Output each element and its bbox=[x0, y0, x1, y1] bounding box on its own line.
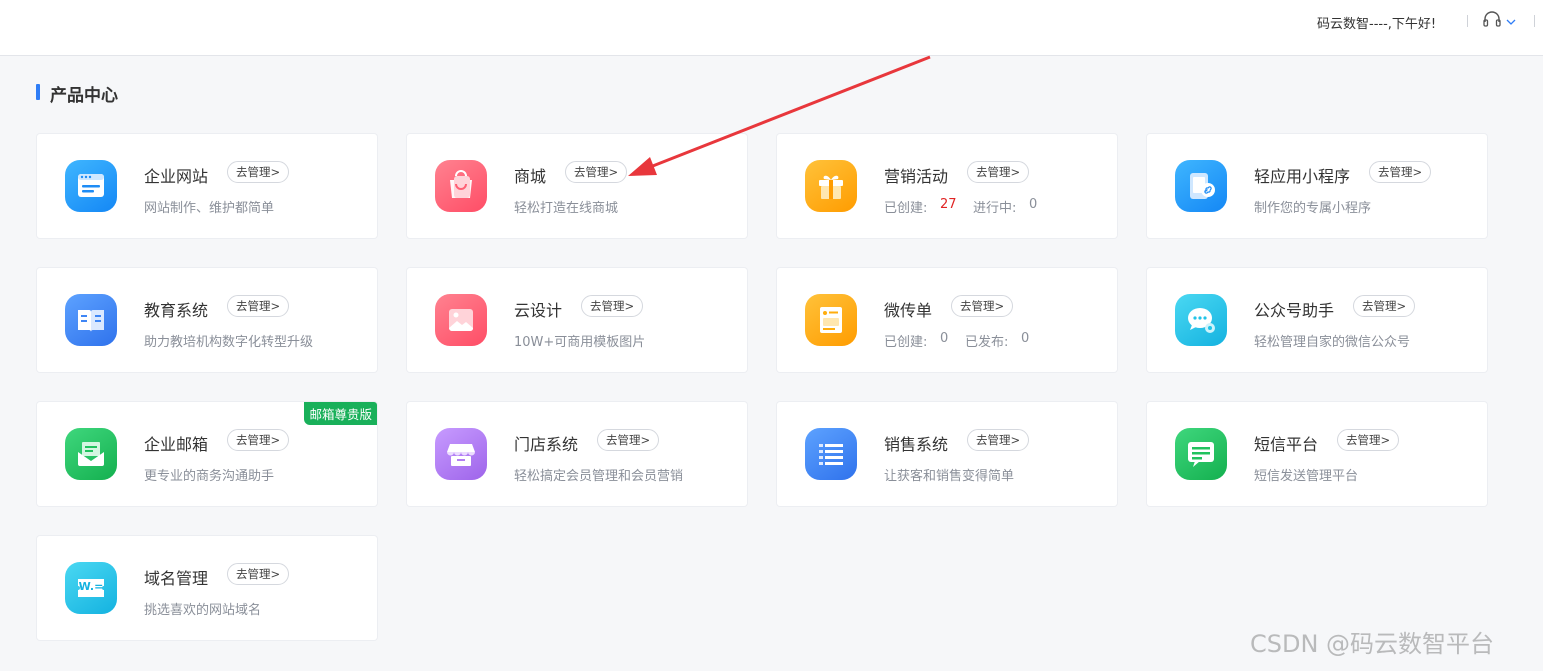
product-name: 企业网站 bbox=[144, 167, 209, 186]
product-description: 助力教培机构数字化转型升级 bbox=[144, 335, 314, 350]
published-label: 已发布: bbox=[965, 335, 1009, 350]
product-card-sales[interactable]: 销售系统 去管理> 让获客和销售变得简单 bbox=[777, 402, 1117, 506]
product-card-domain[interactable]: W.= 域名管理 去管理> 挑选喜欢的网站域名 bbox=[37, 536, 377, 640]
domain-www-icon: W.= bbox=[65, 562, 117, 614]
manage-button[interactable]: 去管理> bbox=[227, 563, 290, 585]
product-description: 让获客和销售变得简单 bbox=[884, 469, 1015, 484]
message-icon bbox=[1175, 428, 1227, 480]
product-name: 商城 bbox=[514, 167, 547, 186]
created-label: 已创建: bbox=[884, 201, 928, 216]
chevron-down-icon[interactable] bbox=[1505, 13, 1517, 32]
manage-button[interactable]: 去管理> bbox=[227, 161, 290, 183]
product-description: 网站制作、维护都简单 bbox=[144, 201, 275, 216]
product-name: 短信平台 bbox=[1254, 435, 1319, 454]
product-card-flyer[interactable]: 微传单 去管理> 已创建: 0 已发布: 0 bbox=[777, 268, 1117, 372]
product-description: 挑选喜欢的网站域名 bbox=[144, 603, 262, 618]
product-name: 轻应用小程序 bbox=[1254, 167, 1351, 186]
manage-button[interactable]: 去管理> bbox=[1337, 429, 1400, 451]
top-bar: 码云数智----,下午好! bbox=[0, 0, 1543, 56]
manage-button[interactable]: 去管理> bbox=[967, 429, 1030, 451]
phone-link-icon bbox=[1175, 160, 1227, 212]
manage-button[interactable]: 去管理> bbox=[951, 295, 1014, 317]
product-description: 更专业的商务沟通助手 bbox=[144, 469, 275, 484]
storefront-icon bbox=[435, 428, 487, 480]
product-name: 域名管理 bbox=[144, 569, 209, 588]
running-count: 0 bbox=[1029, 197, 1038, 212]
section-accent-bar bbox=[36, 84, 40, 100]
product-card-store[interactable]: 门店系统 去管理> 轻松搞定会员管理和会员营销 bbox=[407, 402, 747, 506]
manage-button[interactable]: 去管理> bbox=[227, 429, 290, 451]
manage-button[interactable]: 去管理> bbox=[565, 161, 628, 183]
user-greeting[interactable]: 码云数智----,下午好! bbox=[1317, 13, 1436, 32]
product-name: 企业邮箱 bbox=[144, 435, 209, 454]
product-name: 微传单 bbox=[884, 301, 933, 320]
product-card-wechat[interactable]: 公众号助手 去管理> 轻松管理自家的微信公众号 bbox=[1147, 268, 1487, 372]
product-description: 轻松搞定会员管理和会员营销 bbox=[514, 469, 684, 484]
product-description: 轻松打造在线商城 bbox=[514, 201, 619, 216]
product-name: 云设计 bbox=[514, 301, 563, 320]
published-count: 0 bbox=[1021, 331, 1030, 346]
product-name: 教育系统 bbox=[144, 301, 209, 320]
domain-icon-text: W.= bbox=[78, 580, 104, 593]
product-description: 制作您的专属小程序 bbox=[1254, 201, 1372, 216]
divider bbox=[1534, 15, 1535, 27]
product-name: 公众号助手 bbox=[1254, 301, 1335, 320]
product-card-design[interactable]: 云设计 去管理> 10W+可商用模板图片 bbox=[407, 268, 747, 372]
section-title: 产品中心 bbox=[50, 86, 118, 106]
manage-button[interactable]: 去管理> bbox=[227, 295, 290, 317]
envelope-icon bbox=[65, 428, 117, 480]
website-window-icon bbox=[65, 160, 117, 212]
product-name: 营销活动 bbox=[884, 167, 949, 186]
product-card-sms[interactable]: 短信平台 去管理> 短信发送管理平台 bbox=[1147, 402, 1487, 506]
product-card-miniapp[interactable]: 轻应用小程序 去管理> 制作您的专属小程序 bbox=[1147, 134, 1487, 238]
product-name: 销售系统 bbox=[884, 435, 949, 454]
product-card-mall[interactable]: 商城 去管理> 轻松打造在线商城 bbox=[407, 134, 747, 238]
running-label: 进行中: bbox=[973, 201, 1017, 216]
manage-button[interactable]: 去管理> bbox=[597, 429, 660, 451]
manage-button[interactable]: 去管理> bbox=[1353, 295, 1416, 317]
manage-button[interactable]: 去管理> bbox=[581, 295, 644, 317]
picture-icon bbox=[435, 294, 487, 346]
list-icon bbox=[805, 428, 857, 480]
book-icon bbox=[65, 294, 117, 346]
divider bbox=[1467, 15, 1468, 27]
created-label: 已创建: bbox=[884, 335, 928, 350]
product-card-email[interactable]: 企业邮箱 去管理> 更专业的商务沟通助手 邮箱尊贵版 bbox=[37, 402, 377, 506]
premium-badge: 邮箱尊贵版 bbox=[304, 402, 377, 425]
product-description: 10W+可商用模板图片 bbox=[514, 335, 646, 350]
product-card-website[interactable]: 企业网站 去管理> 网站制作、维护都简单 bbox=[37, 134, 377, 238]
product-name: 门店系统 bbox=[514, 435, 579, 454]
product-card-education[interactable]: 教育系统 去管理> 助力教培机构数字化转型升级 bbox=[37, 268, 377, 372]
wechat-gear-icon bbox=[1175, 294, 1227, 346]
product-description: 轻松管理自家的微信公众号 bbox=[1254, 335, 1411, 350]
created-count: 27 bbox=[940, 197, 957, 212]
gift-icon bbox=[805, 160, 857, 212]
watermark: CSDN @码云数智平台 bbox=[1250, 630, 1495, 658]
manage-button[interactable]: 去管理> bbox=[1369, 161, 1432, 183]
headset-icon[interactable] bbox=[1482, 10, 1502, 34]
product-description: 短信发送管理平台 bbox=[1254, 469, 1359, 484]
manage-button[interactable]: 去管理> bbox=[967, 161, 1030, 183]
flyer-icon bbox=[805, 294, 857, 346]
shopping-bag-icon bbox=[435, 160, 487, 212]
product-card-marketing[interactable]: 营销活动 去管理> 已创建: 27 进行中: 0 bbox=[777, 134, 1117, 238]
created-count: 0 bbox=[940, 331, 949, 346]
